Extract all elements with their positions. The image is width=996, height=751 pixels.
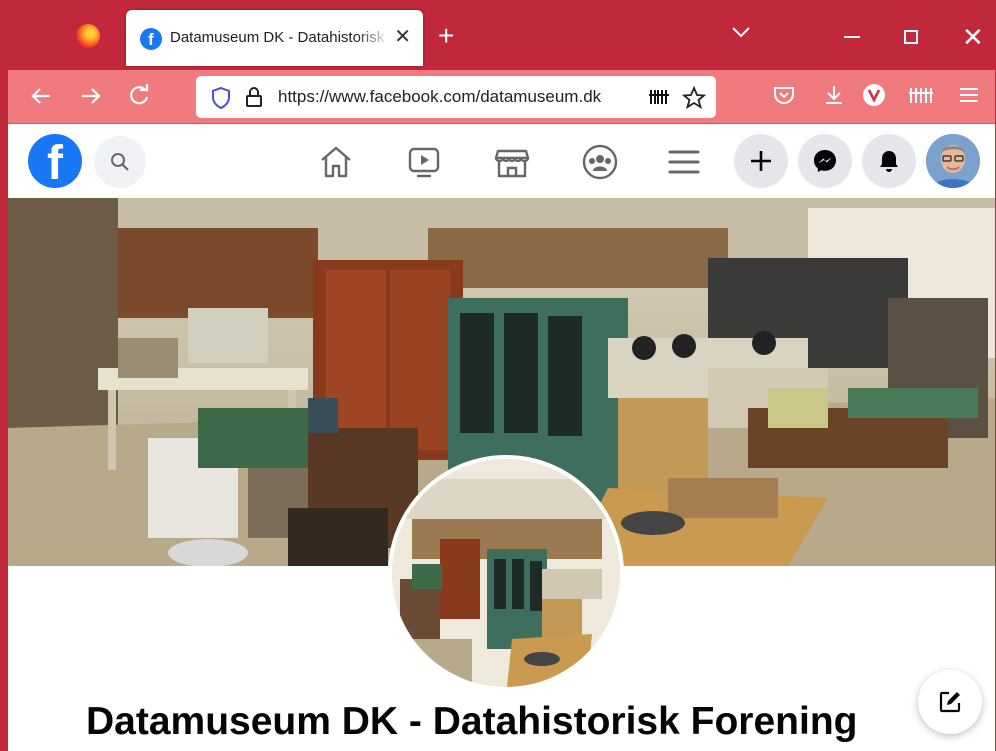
extension-icon[interactable] — [908, 83, 934, 107]
browser-window: f Datamuseum DK - Datahistorisk Forening… — [0, 0, 996, 751]
minimize-icon[interactable] — [844, 36, 860, 38]
search-icon — [111, 153, 129, 171]
profile-picture-image — [392, 459, 620, 687]
marketplace-icon[interactable] — [492, 142, 532, 182]
forward-icon[interactable] — [78, 83, 104, 109]
back-icon[interactable] — [28, 83, 54, 109]
search-button[interactable] — [94, 136, 146, 188]
navigation-toolbar: https://www.facebook.com/datamuseum.dk — [8, 70, 995, 124]
tab-title: Datamuseum DK - Datahistorisk Forening — [170, 29, 390, 46]
facebook-header: f — [8, 124, 995, 198]
menu-icon[interactable] — [958, 83, 980, 107]
page-title: Datamuseum DK - Datahistorisk Forening — [86, 700, 858, 743]
facebook-favicon-icon: f — [140, 28, 162, 50]
profile-avatar[interactable] — [926, 134, 980, 188]
vivaldi-icon[interactable] — [862, 83, 886, 107]
profile-picture[interactable] — [388, 455, 624, 691]
bell-icon — [880, 151, 898, 172]
lock-icon[interactable] — [244, 86, 264, 108]
home-icon[interactable] — [316, 142, 356, 182]
maximize-icon[interactable] — [904, 30, 918, 44]
facebook-logo-icon[interactable]: f — [28, 134, 82, 188]
groups-icon[interactable] — [580, 142, 620, 182]
window-close-icon[interactable]: ✕ — [962, 24, 984, 50]
barcode-icon[interactable] — [648, 86, 670, 108]
tab-close-icon[interactable]: ✕ — [394, 26, 411, 48]
reload-icon[interactable] — [126, 83, 152, 109]
firefox-icon[interactable] — [76, 24, 100, 48]
pocket-icon[interactable] — [772, 83, 796, 107]
new-tab-button[interactable]: + — [438, 22, 454, 50]
url-bar[interactable]: https://www.facebook.com/datamuseum.dk — [196, 76, 716, 118]
menu-hamburger-icon[interactable] — [664, 142, 704, 182]
messenger-button[interactable] — [798, 134, 852, 188]
star-icon[interactable] — [682, 86, 706, 110]
video-icon[interactable] — [404, 142, 444, 182]
active-tab[interactable]: f Datamuseum DK - Datahistorisk Forening… — [126, 10, 423, 66]
shield-icon[interactable] — [210, 86, 232, 110]
edit-icon — [939, 691, 961, 713]
plus-icon — [751, 151, 771, 171]
download-icon[interactable] — [822, 83, 846, 107]
url-text[interactable]: https://www.facebook.com/datamuseum.dk — [278, 87, 634, 107]
messenger-icon — [814, 150, 836, 172]
notifications-button[interactable] — [862, 134, 916, 188]
list-tabs-chevron-icon[interactable] — [730, 24, 752, 40]
tab-bar: f Datamuseum DK - Datahistorisk Forening… — [8, 0, 995, 70]
edit-button[interactable] — [918, 670, 982, 734]
avatar-photo — [926, 134, 980, 188]
create-button[interactable] — [734, 134, 788, 188]
